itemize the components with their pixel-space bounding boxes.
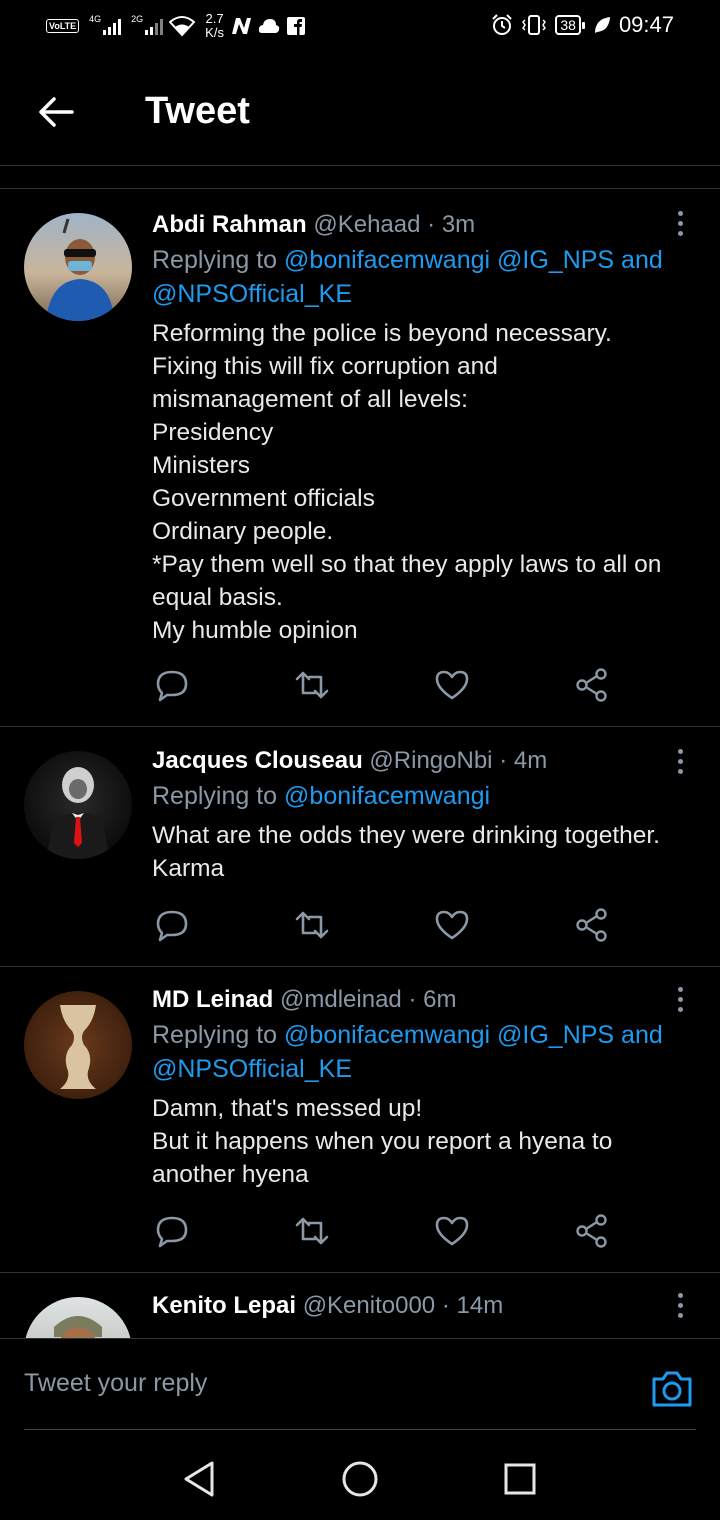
heart-icon [435, 910, 469, 940]
like-button[interactable] [434, 907, 474, 947]
nav-home-button[interactable] [340, 1459, 380, 1499]
alarm-icon [492, 14, 513, 35]
net-speed: 2.7 K/s [205, 11, 224, 40]
back-button[interactable] [34, 90, 78, 134]
clock: 09:47 [618, 12, 674, 37]
nav-recents-button[interactable] [500, 1459, 540, 1499]
tweet-text: What are the odds they were drinking tog… [152, 822, 660, 882]
author-handle[interactable]: @RingoNbi [369, 747, 492, 774]
mentions-link[interactable]: @NPSOfficial_KE [152, 280, 352, 308]
share-icon [576, 668, 607, 702]
reply-icon [156, 910, 188, 942]
reply-button[interactable] [154, 907, 194, 947]
more-options-button[interactable] [670, 203, 690, 243]
like-button[interactable] [434, 667, 474, 707]
cloud-icon [258, 19, 280, 33]
vibrate-icon [522, 15, 547, 35]
retweet-button[interactable] [294, 667, 334, 707]
tweet-time[interactable]: 3m [442, 211, 475, 238]
avatar[interactable] [24, 213, 132, 321]
retweet-icon [295, 1217, 329, 1245]
reply-input[interactable]: Tweet your reply [24, 1369, 207, 1398]
camera-icon [652, 1371, 692, 1407]
reply-icon [156, 670, 188, 702]
volte-icon: VoLTE [46, 19, 80, 33]
tweet-item[interactable]: Kenito Lepai @Kenito000 · 14m [0, 1273, 720, 1338]
author-handle[interactable]: @Kehaad [313, 211, 420, 238]
mentions-link[interactable]: @bonifacemwangi @IG_NPS and [284, 246, 663, 274]
retweet-icon [295, 671, 329, 699]
replying-to: Replying to @bonifacemwangi @IG_NPS and … [152, 246, 663, 308]
avatar[interactable] [24, 991, 132, 1099]
circle-home-icon [342, 1461, 378, 1497]
tweet-item[interactable]: Jacques Clouseau @RingoNbi · 4m Replying… [0, 727, 720, 967]
tweet-item[interactable]: Abdi Rahman @Kehaad · 3m Replying to @bo… [0, 189, 720, 727]
mentions-link[interactable]: @bonifacemwangi @IG_NPS and [284, 1021, 663, 1049]
retweet-button[interactable] [294, 907, 334, 947]
page-title: Tweet [145, 90, 250, 132]
tweet-time[interactable]: 6m [423, 986, 456, 1013]
reply-button[interactable] [154, 1213, 194, 1253]
camera-button[interactable] [650, 1369, 694, 1409]
replying-to: Replying to @bonifacemwangi [152, 782, 491, 810]
author-handle[interactable]: @mdleinad [280, 986, 402, 1013]
author-name[interactable]: Abdi Rahman [152, 211, 307, 238]
signal-2g-icon: 2G [131, 14, 164, 35]
replying-to: Replying to @bonifacemwangi @IG_NPS and … [152, 1021, 663, 1083]
status-bar: VoLTE 4G 2G 2.7 K/s 38 09:47 [0, 0, 720, 56]
mentions-link[interactable]: @bonifacemwangi [284, 782, 490, 810]
share-button[interactable] [574, 667, 614, 707]
more-options-button[interactable] [670, 1285, 690, 1325]
square-recents-icon [504, 1463, 536, 1495]
mentions-link[interactable]: @NPSOfficial_KE [152, 1055, 352, 1083]
divider [24, 1429, 696, 1430]
more-options-button[interactable] [670, 979, 690, 1019]
reply-composer: Tweet your reply [0, 1338, 720, 1430]
n-notification-icon [231, 18, 251, 34]
author-name[interactable]: MD Leinad [152, 986, 273, 1013]
battery-icon: 38 [555, 15, 585, 35]
separator-dot: · [408, 986, 417, 1013]
share-icon [576, 1214, 607, 1248]
tweet-text: Reforming the police is beyond necessary… [152, 320, 662, 644]
author-handle[interactable]: @Kenito000 [303, 1292, 435, 1319]
heart-icon [435, 1216, 469, 1246]
share-button[interactable] [574, 907, 614, 947]
author-name[interactable]: Kenito Lepai [152, 1292, 296, 1319]
top-app-bar: Tweet [0, 56, 720, 166]
avatar[interactable] [24, 751, 132, 859]
reply-button[interactable] [154, 667, 194, 707]
system-nav-bar [0, 1431, 720, 1520]
tweet-text: Damn, that's messed up! But it happens w… [152, 1095, 613, 1188]
avatar[interactable] [24, 1297, 132, 1338]
author-name[interactable]: Jacques Clouseau [152, 747, 363, 774]
reply-icon [156, 1216, 188, 1248]
share-icon [576, 908, 607, 942]
tweet-item[interactable]: MD Leinad @mdleinad · 6m Replying to @bo… [0, 967, 720, 1273]
leaf-icon [594, 17, 610, 33]
heart-icon [435, 670, 469, 700]
separator-dot: · [441, 1292, 450, 1319]
separator-dot: · [427, 211, 436, 238]
signal-4g-icon: 4G [89, 14, 122, 35]
triangle-back-icon [184, 1461, 214, 1497]
like-button[interactable] [434, 1213, 474, 1253]
arrow-left-icon [39, 97, 74, 127]
wifi-icon [169, 16, 196, 37]
retweet-button[interactable] [294, 1213, 334, 1253]
facebook-icon [286, 17, 305, 35]
share-button[interactable] [574, 1213, 614, 1253]
more-options-button[interactable] [670, 741, 690, 781]
separator-dot: · [499, 747, 508, 774]
retweet-icon [295, 911, 329, 939]
nav-back-button[interactable] [180, 1459, 220, 1499]
tweet-time[interactable]: 4m [514, 747, 547, 774]
tweet-time[interactable]: 14m [457, 1292, 504, 1319]
